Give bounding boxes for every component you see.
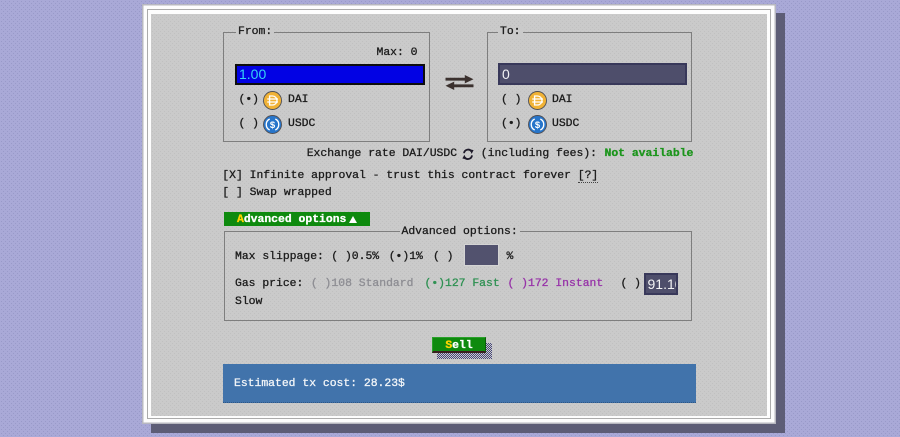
svg-text:$: $: [534, 119, 540, 130]
svg-text:$: $: [270, 119, 276, 130]
